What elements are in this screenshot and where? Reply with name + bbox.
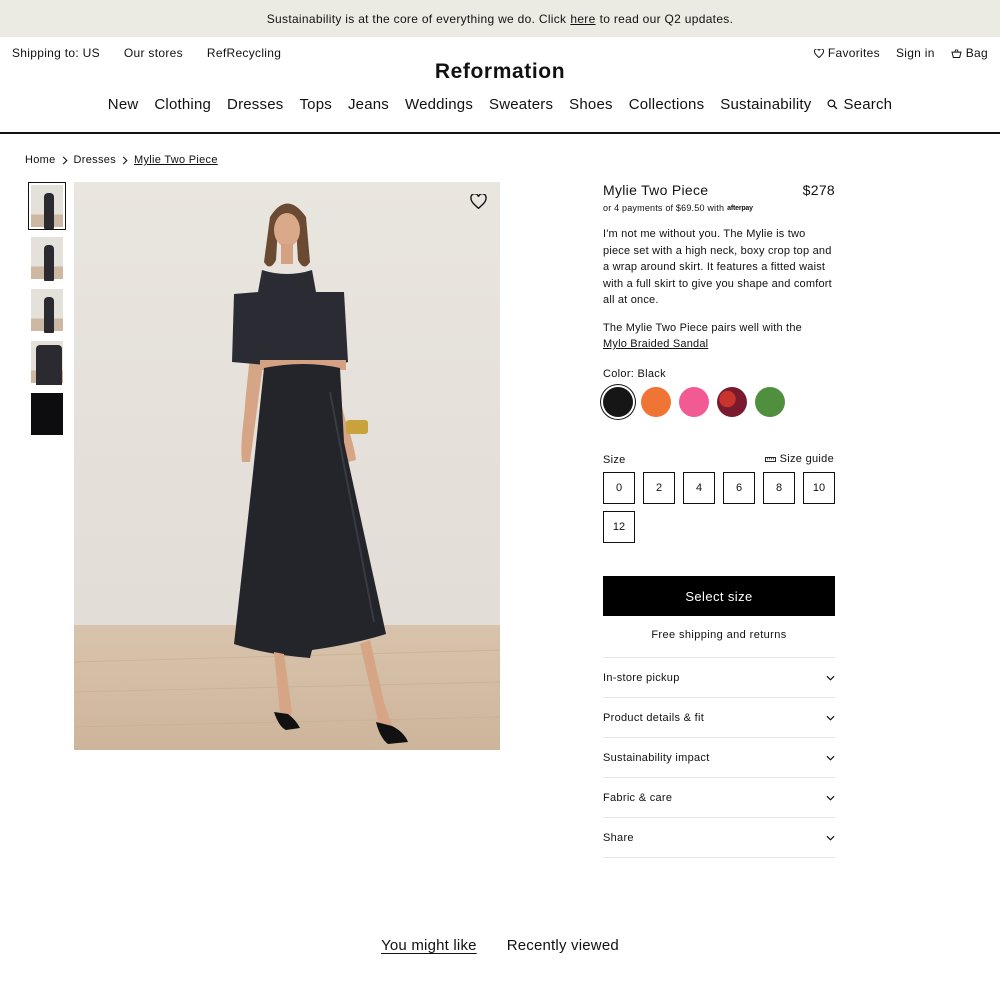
product-details-panel: Mylie Two Piece $278 or 4 payments of $6…: [603, 182, 835, 353]
thumbnail-5[interactable]: [28, 390, 66, 438]
our-stores-link[interactable]: Our stores: [124, 46, 183, 60]
size-4-button[interactable]: 4: [683, 472, 715, 504]
size-options: 0 2 4 6 8 10 12: [603, 472, 843, 543]
nav-item-tops[interactable]: Tops: [299, 96, 332, 113]
chevron-down-icon: [826, 835, 835, 841]
chevron-down-icon: [826, 755, 835, 761]
size-10-button[interactable]: 10: [803, 472, 835, 504]
accordion-label: In-store pickup: [603, 671, 680, 684]
nav-item-new[interactable]: New: [108, 96, 139, 113]
size-label: Size: [603, 454, 626, 466]
installments-row: or 4 payments of $69.50 with afterpay: [603, 203, 835, 213]
search-label: Search: [843, 96, 893, 113]
color-swatches: [603, 387, 785, 417]
bag-icon: [951, 48, 962, 58]
ruler-icon: [764, 456, 776, 462]
utility-left: Shipping to: US Our stores RefRecycling: [12, 46, 281, 60]
product-price: $278: [802, 182, 835, 198]
nav-item-sweaters[interactable]: Sweaters: [489, 96, 553, 113]
size-2-button[interactable]: 2: [643, 472, 675, 504]
breadcrumb-dresses[interactable]: Dresses: [74, 154, 116, 166]
accordion-product-details[interactable]: Product details & fit: [603, 698, 835, 738]
free-shipping-text: Free shipping and returns: [651, 629, 787, 641]
chevron-right-icon: [62, 156, 68, 164]
announcement-bar: Sustainability is at the core of everyth…: [0, 0, 1000, 37]
recommendation-tabs: You might like Recently viewed: [0, 937, 1000, 954]
product-name: Mylie Two Piece: [603, 182, 709, 198]
nav-item-collections[interactable]: Collections: [629, 96, 705, 113]
breadcrumb-home[interactable]: Home: [25, 154, 56, 166]
size-12-button[interactable]: 12: [603, 511, 635, 543]
chevron-down-icon: [826, 795, 835, 801]
thumbnail-gallery: [28, 182, 66, 438]
swatch-pink[interactable]: [679, 387, 709, 417]
favorites-link[interactable]: Favorites: [813, 46, 880, 60]
nav-item-shoes[interactable]: Shoes: [569, 96, 613, 113]
thumbnail-2[interactable]: [28, 234, 66, 282]
add-to-favorites-button[interactable]: [470, 193, 487, 214]
accordion-label: Sustainability impact: [603, 751, 710, 764]
utility-right: Favorites Sign in Bag: [813, 46, 988, 60]
announcement-link[interactable]: here: [570, 12, 595, 26]
size-8-button[interactable]: 8: [763, 472, 795, 504]
chevron-down-icon: [826, 715, 835, 721]
nav-item-weddings[interactable]: Weddings: [405, 96, 473, 113]
pairs-link[interactable]: Mylo Braided Sandal: [603, 338, 708, 350]
nav-item-jeans[interactable]: Jeans: [348, 96, 389, 113]
chevron-right-icon: [122, 156, 128, 164]
swatch-red-print[interactable]: [717, 387, 747, 417]
accordion-label: Share: [603, 831, 634, 844]
accordion-share[interactable]: Share: [603, 818, 835, 858]
product-description: I'm not me without you. The Mylie is two…: [603, 228, 832, 306]
sign-in-link[interactable]: Sign in: [896, 46, 935, 60]
nav-item-clothing[interactable]: Clothing: [154, 96, 211, 113]
accordion-fabric-care[interactable]: Fabric & care: [603, 778, 835, 818]
size-6-button[interactable]: 6: [723, 472, 755, 504]
pairs-text: The Mylie Two Piece pairs well with the: [603, 321, 802, 334]
nav-item-sustainability[interactable]: Sustainability: [720, 96, 811, 113]
swatch-green[interactable]: [755, 387, 785, 417]
breadcrumb-current[interactable]: Mylie Two Piece: [134, 154, 218, 166]
swatch-orange[interactable]: [641, 387, 671, 417]
search-icon: [827, 99, 838, 110]
model-illustration: [74, 203, 500, 744]
tab-you-might-like[interactable]: You might like: [381, 937, 477, 954]
size-guide-link[interactable]: Size guide: [764, 453, 834, 465]
title-row: Mylie Two Piece $278: [603, 182, 835, 198]
heart-icon: [813, 48, 824, 58]
thumbnail-3[interactable]: [28, 286, 66, 334]
accordion-label: Product details & fit: [603, 711, 705, 724]
swatch-black[interactable]: [603, 387, 633, 417]
installments-text: or 4 payments of $69.50 with: [603, 203, 725, 213]
afterpay-logo[interactable]: afterpay: [727, 205, 753, 212]
announcement-text-before: Sustainability is at the core of everyth…: [266, 11, 567, 26]
nav-divider: [0, 132, 1000, 134]
thumbnail-1[interactable]: [28, 182, 66, 230]
thumbnail-4[interactable]: [28, 338, 66, 386]
size-0-button[interactable]: 0: [603, 472, 635, 504]
product-accordion: In-store pickup Product details & fit Su…: [603, 657, 835, 858]
size-guide-label: Size guide: [779, 453, 834, 465]
favorites-label: Favorites: [827, 46, 880, 60]
select-size-button[interactable]: Select size: [603, 576, 835, 616]
search-button[interactable]: Search: [827, 96, 892, 113]
bag-label: Bag: [965, 46, 988, 60]
breadcrumb: Home Dresses Mylie Two Piece: [25, 154, 218, 166]
nav-item-dresses[interactable]: Dresses: [227, 96, 283, 113]
color-label: Color: Black: [603, 368, 666, 380]
pairs-well-text: The Mylie Two Piece pairs well with the …: [603, 320, 835, 353]
chevron-down-icon: [826, 675, 835, 681]
accordion-sustainability-impact[interactable]: Sustainability impact: [603, 738, 835, 778]
accordion-label: Fabric & care: [603, 791, 673, 804]
tab-recently-viewed[interactable]: Recently viewed: [507, 937, 619, 954]
refrecycling-link[interactable]: RefRecycling: [207, 46, 281, 60]
announcement-text-after: to read our Q2 updates.: [599, 11, 734, 26]
heart-icon: [470, 193, 487, 210]
shipping-to-link[interactable]: Shipping to: US: [12, 46, 100, 60]
bag-link[interactable]: Bag: [951, 46, 988, 60]
accordion-in-store-pickup[interactable]: In-store pickup: [603, 658, 835, 698]
product-image[interactable]: [74, 182, 500, 750]
main-nav: New Clothing Dresses Tops Jeans Weddings…: [0, 96, 1000, 113]
brand-logo[interactable]: Reformation: [0, 60, 1000, 84]
